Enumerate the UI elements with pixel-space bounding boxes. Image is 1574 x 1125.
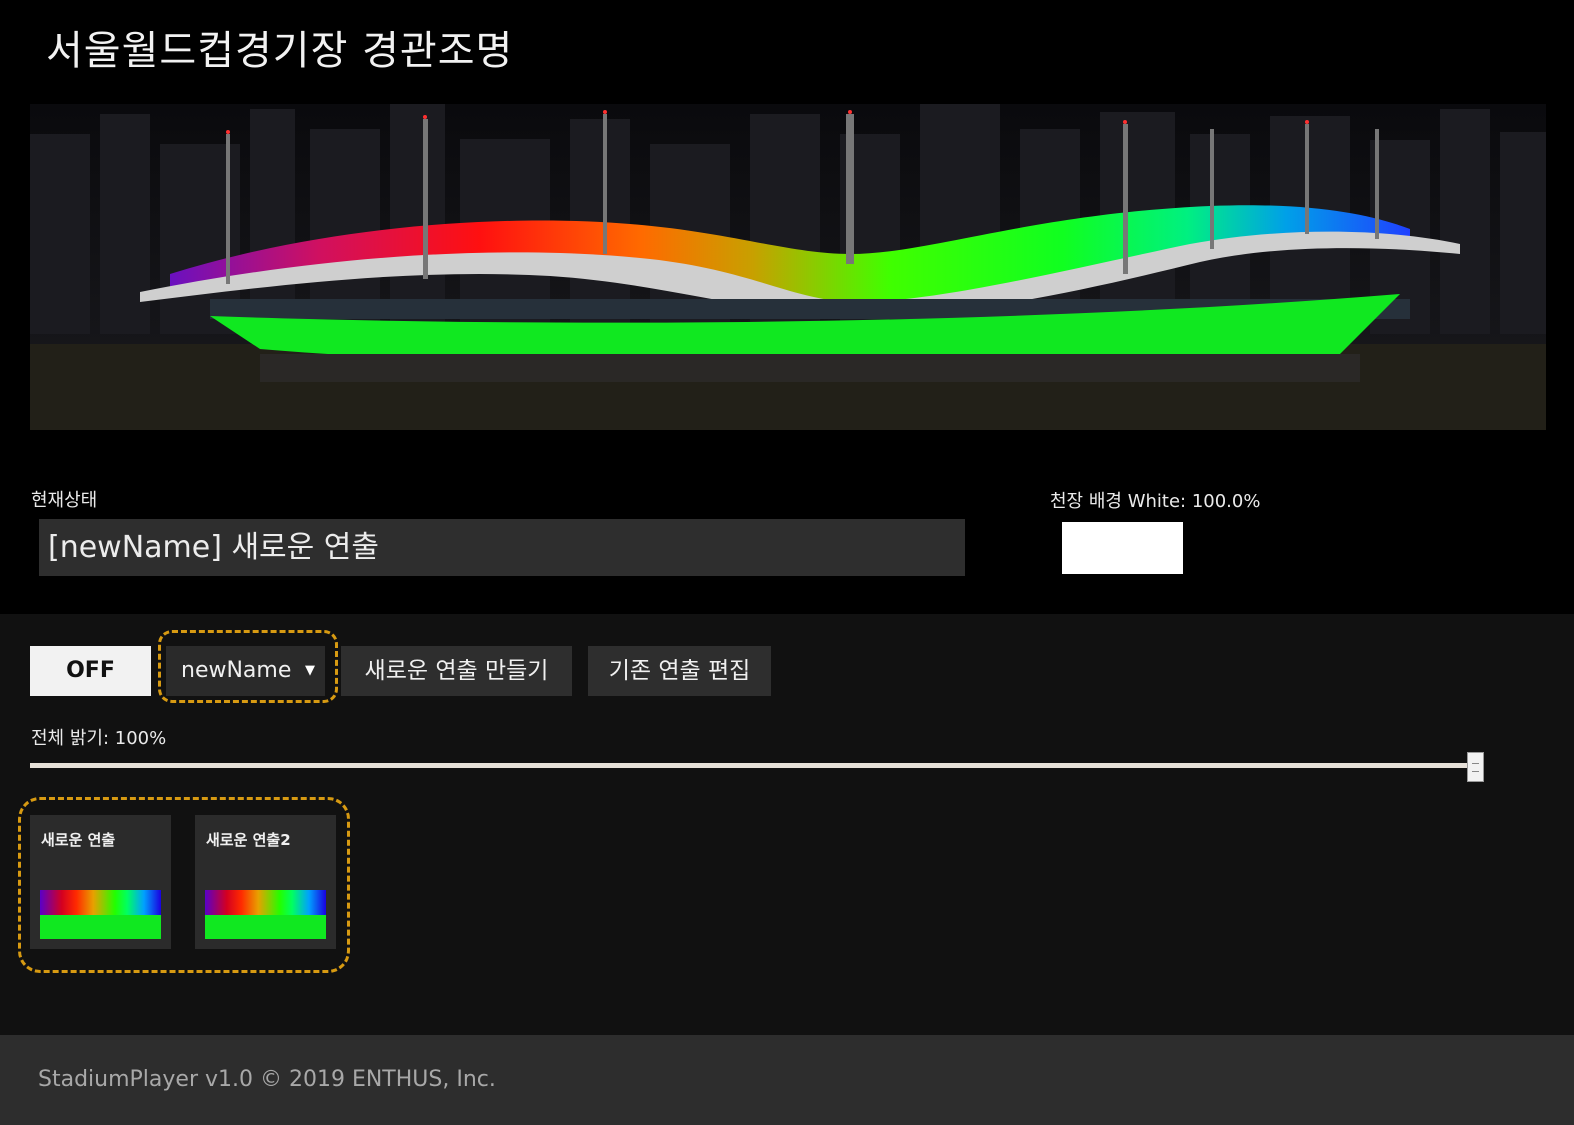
show-select-value: newName <box>181 658 292 683</box>
ceiling-color-value: White: 100.0% <box>1127 491 1261 512</box>
show-card-ring-preview <box>205 915 326 939</box>
ceiling-label: 천장 배경 White: 100.0% <box>1050 487 1260 513</box>
new-show-button[interactable]: 새로운 연출 만들기 <box>341 646 572 696</box>
brightness-slider-handle[interactable] <box>1467 752 1484 782</box>
page-title: 서울월드컵경기장 경관조명 <box>46 28 514 74</box>
show-card-title: 새로운 연출 <box>41 831 116 849</box>
show-card-title: 새로운 연출2 <box>206 831 291 849</box>
brightness-label: 전체 밝기: 100% <box>31 728 167 749</box>
stadium-preview <box>30 104 1546 430</box>
status-label: 현재상태 <box>31 490 98 511</box>
edit-show-button[interactable]: 기존 연출 편집 <box>588 646 771 696</box>
show-card-ring-preview <box>40 915 161 939</box>
footer-copyright: StadiumPlayer v1.0 © 2019 ENTHUS, Inc. <box>38 1067 496 1092</box>
ceiling-label-text: 천장 배경 <box>1050 491 1122 512</box>
ceiling-color-swatch[interactable] <box>1062 522 1183 574</box>
brightness-slider-track[interactable] <box>30 763 1476 768</box>
current-status-field: [newName] 새로운 연출 <box>39 519 965 576</box>
show-card[interactable]: 새로운 연출 <box>30 815 171 949</box>
show-card-roof-preview <box>40 890 161 915</box>
off-button[interactable]: OFF <box>30 646 151 696</box>
show-card-roof-preview <box>205 890 326 915</box>
caret-down-icon: ▼ <box>305 663 315 678</box>
footer: StadiumPlayer v1.0 © 2019 ENTHUS, Inc. <box>0 1035 1574 1125</box>
show-card[interactable]: 새로운 연출2 <box>195 815 336 949</box>
show-select[interactable]: newName ▼ <box>166 646 325 696</box>
